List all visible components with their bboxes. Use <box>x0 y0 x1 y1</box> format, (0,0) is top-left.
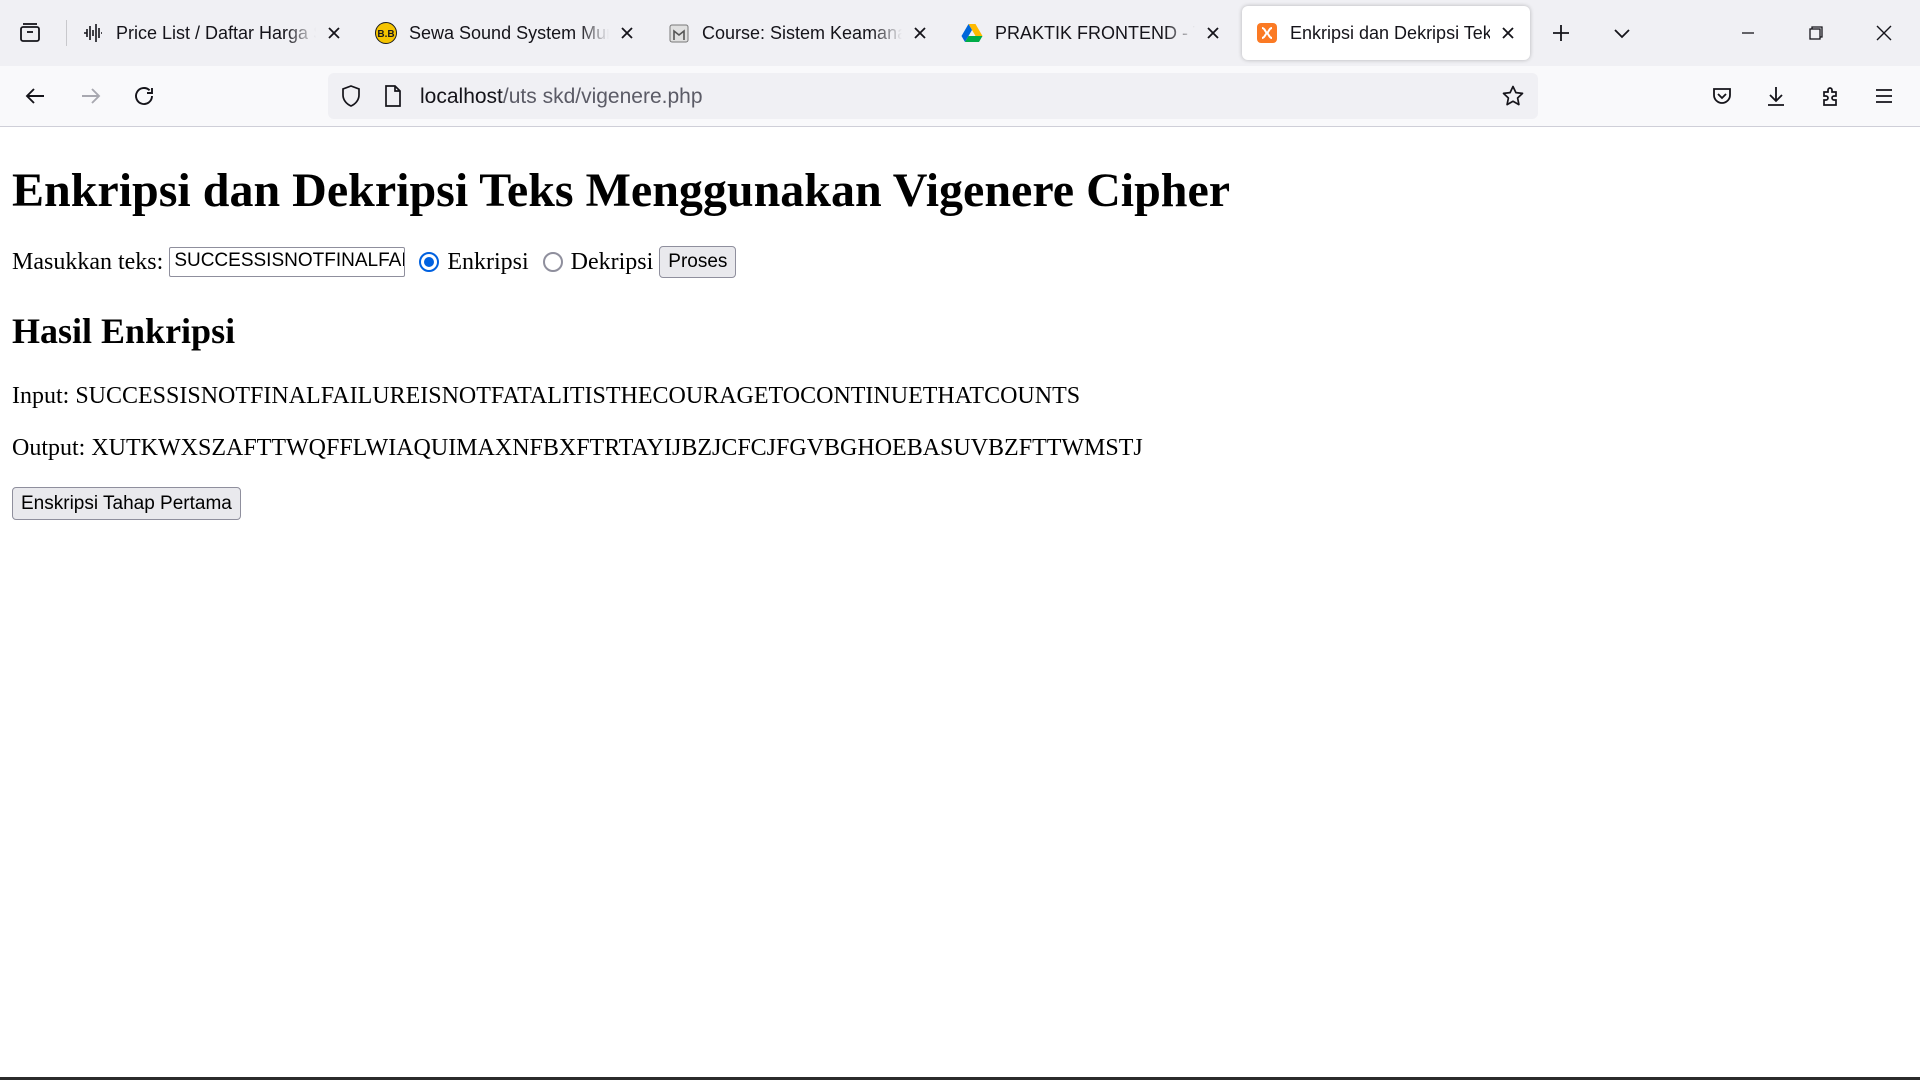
arrow-left-icon <box>25 88 44 104</box>
close-icon[interactable] <box>1201 21 1225 45</box>
close-icon[interactable] <box>322 21 346 45</box>
input-line-label: Input: <box>12 383 70 409</box>
output-line: Output: XUTKWXSZAFTTWQFFLWIAQUIMAXNFBXFT… <box>12 435 1143 462</box>
tab-title: Course: Sistem Keamanan Data <box>702 22 902 43</box>
menu-button[interactable] <box>1864 76 1904 116</box>
restore-icon <box>1809 26 1823 40</box>
minimize-icon <box>1742 32 1754 34</box>
star-icon[interactable] <box>1500 83 1526 109</box>
bb-logo-icon: B.B <box>375 22 397 44</box>
navigation-toolbar: localhost/uts skd/vigenere.php <box>0 66 1920 127</box>
process-button[interactable]: Proses <box>659 246 737 278</box>
xampp-icon <box>1256 22 1278 44</box>
pocket-icon <box>1713 88 1731 104</box>
moodle-icon <box>668 22 690 44</box>
extensions-button[interactable] <box>1811 76 1851 116</box>
output-line-label: Output: <box>12 435 86 461</box>
downloads-button[interactable] <box>1756 76 1796 116</box>
cipher-form: Masukkan teks: SUCCESSISNOTFINALFAILUREI… <box>12 245 737 279</box>
page-info-icon[interactable] <box>380 83 406 109</box>
arrow-right-icon <box>82 88 101 104</box>
waveform-icon <box>82 22 104 44</box>
url-path: /uts skd/vigenere.php <box>502 85 703 108</box>
forward-button[interactable] <box>70 76 110 116</box>
decrypt-radio[interactable] <box>542 252 563 272</box>
firefox-view-icon <box>20 23 40 42</box>
url-bar[interactable]: localhost/uts skd/vigenere.php <box>328 73 1538 119</box>
svg-text:B.B: B.B <box>377 29 394 40</box>
plus-icon <box>1553 25 1569 41</box>
first-stage-encrypt-button[interactable]: Enskripsi Tahap Pertama <box>12 487 241 520</box>
url-host: localhost <box>420 85 503 108</box>
text-input-value: SUCCESSISNOTFINALFAILUREISNOTFATALITISTH… <box>174 250 404 271</box>
decrypt-radio-label[interactable]: Dekripsi <box>571 249 654 276</box>
url-text[interactable]: localhost/uts skd/vigenere.php <box>420 85 703 109</box>
puzzle-icon <box>1823 87 1837 106</box>
tab-strip: Price List / Daftar Harga Sewa B.B Sewa … <box>0 0 1920 66</box>
tab-separator <box>66 20 67 46</box>
tab-title: Enkripsi dan Dekripsi Teks <box>1290 22 1490 43</box>
close-icon[interactable] <box>908 21 932 45</box>
restore-button[interactable] <box>1782 0 1850 66</box>
google-drive-icon <box>961 22 983 44</box>
input-line-value: SUCCESSISNOTFINALFAILUREISNOTFATALITISTH… <box>75 383 1081 409</box>
page-content: Enkripsi dan Dekripsi Teks Menggunakan V… <box>0 127 1920 1077</box>
close-icon[interactable] <box>615 21 639 45</box>
tab-enkripsi[interactable]: Enkripsi dan Dekripsi Teks <box>1242 6 1530 60</box>
reload-button[interactable] <box>124 76 164 116</box>
encrypt-radio-label[interactable]: Enkripsi <box>447 249 528 276</box>
close-icon[interactable] <box>1496 21 1520 45</box>
tab-title: Sewa Sound System Murah <box>409 22 609 43</box>
tab-title: PRAKTIK FRONTEND - TI D <box>995 22 1195 43</box>
minimize-button[interactable] <box>1714 0 1782 66</box>
shield-icon[interactable] <box>338 83 364 109</box>
list-all-tabs-button[interactable] <box>1604 12 1640 54</box>
new-tab-button[interactable] <box>1543 12 1579 54</box>
close-window-button[interactable] <box>1850 0 1918 66</box>
reload-icon <box>135 87 153 105</box>
input-label: Masukkan teks: <box>12 248 164 275</box>
output-line-value: XUTKWXSZAFTTWQFFLWIAQUIMAXNFBXFTRTAYIJBZ… <box>91 435 1143 461</box>
close-icon <box>1876 25 1892 41</box>
tab-price-list[interactable]: Price List / Daftar Harga Sewa <box>68 6 356 60</box>
input-line: Input: SUCCESSISNOTFINALFAILUREISNOTFATA… <box>12 383 1080 410</box>
tab-praktik-frontend[interactable]: PRAKTIK FRONTEND - TI D <box>947 6 1235 60</box>
pocket-button[interactable] <box>1702 76 1742 116</box>
chevron-down-icon <box>1614 29 1630 39</box>
tab-title: Price List / Daftar Harga Sewa <box>116 22 316 43</box>
download-icon <box>1768 87 1784 106</box>
text-input[interactable]: SUCCESSISNOTFINALFAILUREISNOTFATALITISTH… <box>169 247 406 277</box>
tab-sewa-sound[interactable]: B.B Sewa Sound System Murah <box>361 6 649 60</box>
encrypt-radio[interactable] <box>419 252 440 272</box>
result-title: Hasil Enkripsi <box>12 311 236 351</box>
tab-course[interactable]: Course: Sistem Keamanan Data <box>654 6 942 60</box>
firefox-view-button[interactable] <box>12 12 48 54</box>
hamburger-menu-icon <box>1876 89 1892 103</box>
page-title: Enkripsi dan Dekripsi Teks Menggunakan V… <box>12 164 1231 217</box>
back-button[interactable] <box>16 76 56 116</box>
